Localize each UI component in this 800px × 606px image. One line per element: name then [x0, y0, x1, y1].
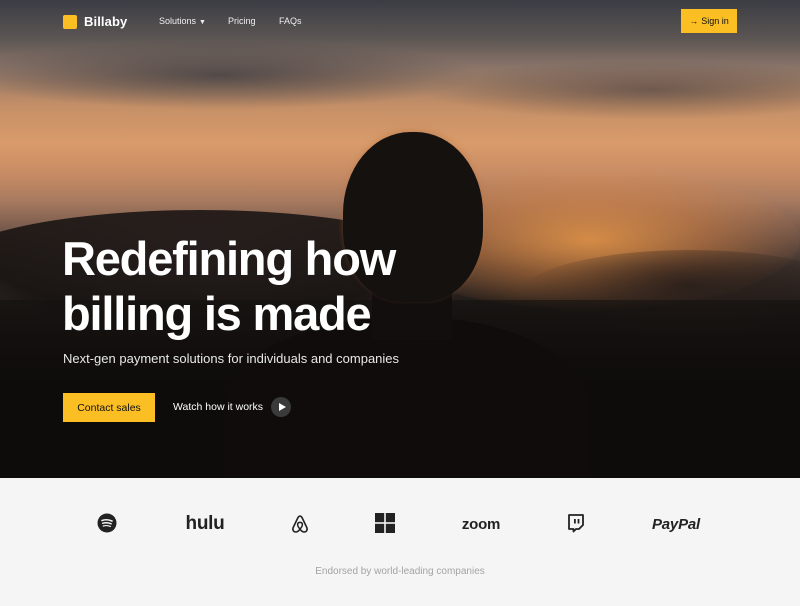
- hero-cloud: [0, 40, 480, 110]
- contact-sales-button[interactable]: Contact sales: [63, 393, 155, 422]
- logo-square-icon: [63, 14, 77, 29]
- hero-headline: Redefining how billing is made: [62, 231, 482, 341]
- zoom-logo: zoom: [456, 513, 506, 535]
- sign-in-button[interactable]: → Sign in: [681, 9, 737, 33]
- play-icon: [271, 397, 292, 417]
- caret-down-icon: ▼: [199, 19, 206, 26]
- endorsement-caption: Endorsed by world-leading companies: [315, 566, 485, 577]
- headline-line-2: billing is made: [62, 287, 372, 340]
- twitch-icon: [566, 513, 586, 533]
- zoom-logo-text: zoom: [461, 515, 501, 533]
- hulu-logo-text: hulu: [185, 513, 225, 534]
- hero-subheading: Next-gen payment solutions for individua…: [63, 351, 400, 366]
- top-navigation: Billaby Solutions ▼ Pricing FAQs → Sign i…: [0, 0, 800, 44]
- brand-logo[interactable]: Billaby: [63, 14, 127, 29]
- headline-line-1: Redefining how: [62, 232, 396, 285]
- nav-faqs[interactable]: FAQs: [279, 16, 302, 26]
- nav-solutions[interactable]: Solutions ▼: [159, 16, 206, 26]
- paypal-logo: PayPal: [645, 513, 707, 535]
- logo-strip: [0, 478, 800, 606]
- watch-video-label: Watch how it works: [173, 401, 264, 413]
- spotify-icon: [97, 513, 117, 533]
- nav-pricing[interactable]: Pricing: [228, 16, 256, 26]
- brand-name: Billaby: [84, 14, 128, 29]
- arrow-right-icon: →: [689, 16, 699, 26]
- paypal-logo-text: PayPal: [651, 515, 700, 533]
- hulu-logo: hulu: [180, 513, 230, 535]
- nav-solutions-label: Solutions: [159, 16, 197, 26]
- windows-icon: [375, 513, 395, 533]
- sign-in-label: Sign in: [701, 16, 729, 26]
- airbnb-icon: [290, 513, 310, 535]
- hero-section: Billaby Solutions ▼ Pricing FAQs → Sign i…: [0, 0, 800, 478]
- watch-video-button[interactable]: Watch how it works: [173, 396, 292, 418]
